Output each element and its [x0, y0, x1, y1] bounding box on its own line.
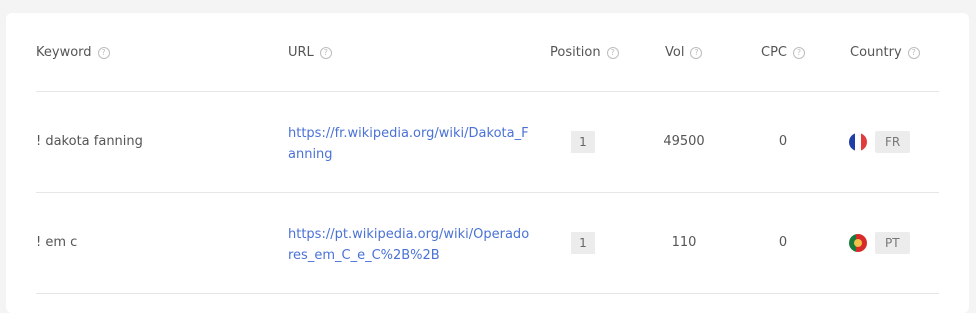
url-link[interactable]: https://fr.wikipedia.org/wiki/Dakota_Fan… [288, 123, 533, 165]
volume-cell: 49500 [663, 134, 705, 149]
table-row: ! em c https://pt.wikipedia.org/wiki/Ope… [36, 193, 939, 294]
info-icon[interactable]: ? [319, 46, 332, 59]
position-badge: 1 [571, 131, 595, 153]
portugal-flag-icon [849, 234, 867, 252]
volume-cell: 110 [671, 235, 697, 250]
table-header-row: Keyword ? URL ? Position ? Vol ? CPC ? C… [36, 13, 939, 92]
column-header-cpc[interactable]: CPC ? [761, 45, 805, 60]
country-code-badge: FR [875, 131, 911, 153]
column-header-country[interactable]: Country ? [850, 45, 920, 60]
france-flag-icon [849, 133, 867, 151]
page-heading-partial [18, 0, 228, 4]
country-cell: FR [849, 131, 911, 153]
country-code-badge: PT [875, 232, 910, 254]
column-header-url[interactable]: URL ? [288, 45, 332, 60]
cpc-cell: 0 [778, 235, 788, 250]
table-row: ! dakota fanning https://fr.wikipedia.or… [36, 92, 939, 193]
info-icon[interactable]: ? [606, 46, 619, 59]
country-cell: PT [849, 232, 910, 254]
info-icon[interactable]: ? [907, 46, 920, 59]
column-header-position[interactable]: Position ? [550, 45, 619, 60]
url-link[interactable]: https://pt.wikipedia.org/wiki/Operadores… [288, 224, 533, 266]
info-icon[interactable]: ? [97, 46, 110, 59]
keyword-cell: ! em c [36, 235, 78, 250]
keywords-table: Keyword ? URL ? Position ? Vol ? CPC ? C… [36, 13, 939, 294]
cpc-cell: 0 [778, 134, 788, 149]
keyword-cell: ! dakota fanning [36, 134, 143, 149]
position-badge: 1 [571, 232, 595, 254]
info-icon[interactable]: ? [793, 46, 805, 59]
keywords-table-card: Keyword ? URL ? Position ? Vol ? CPC ? C… [6, 13, 969, 313]
column-header-vol[interactable]: Vol ? [665, 45, 703, 60]
column-header-keyword[interactable]: Keyword ? [36, 45, 110, 60]
info-icon[interactable]: ? [690, 46, 703, 59]
